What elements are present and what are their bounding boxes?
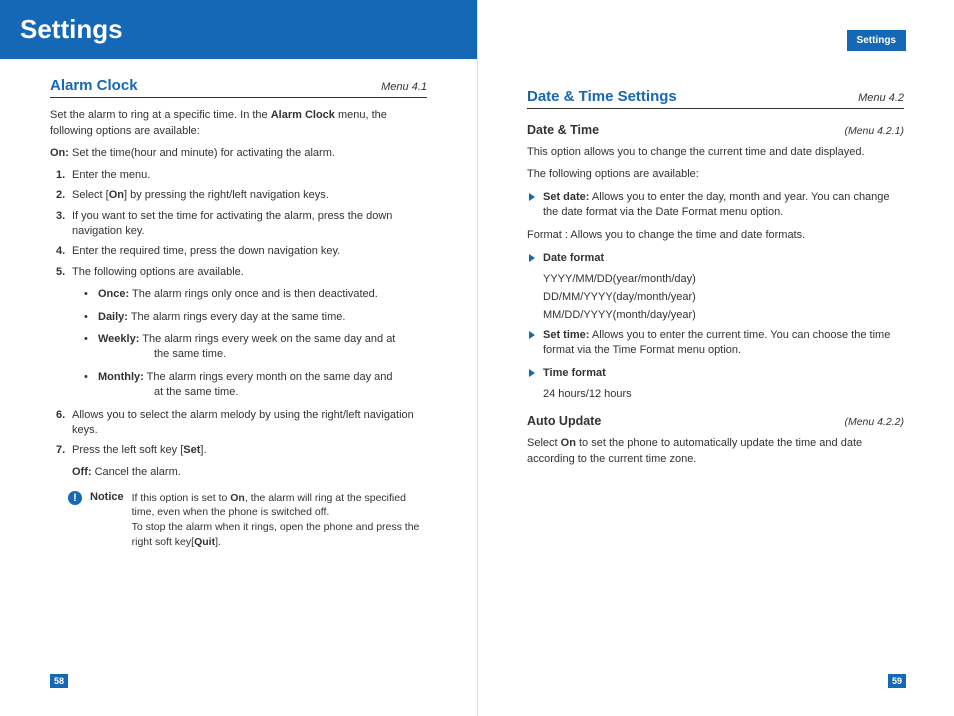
s7-bold: Set [183,444,200,456]
off-text: Cancel the alarm. [92,466,181,478]
au-post: to set the phone to automatically update… [527,437,862,465]
dt-intro: This option allows you to change the cur… [527,145,904,161]
section-alarm-menu: Menu 4.1 [381,81,427,93]
section-alarm-clock: Alarm Clock Menu 4.1 [50,77,427,98]
notice-label: Notice [90,491,124,503]
s7-pre: Press the left soft key [ [72,444,183,456]
alarm-off-line: Off: Cancel the alarm. [50,465,427,481]
weekly-t: The alarm rings every week on the same d… [139,333,395,345]
notice-block: ! Notice If this option is set to On, th… [50,491,427,550]
alarm-intro: Set the alarm to ring at a specific time… [50,108,427,140]
on-label: On: [50,147,69,159]
step-4: 4.Enter the required time, press the dow… [56,244,427,259]
option-weekly: Weekly: The alarm rings every week on th… [84,332,427,363]
s2-pre: Select [ [72,189,109,201]
settime-l: Set time: [543,329,589,341]
option-daily: Daily: The alarm rings every day at the … [84,310,427,325]
once-t: The alarm rings only once and is then de… [129,288,378,300]
dt-sub-menu: (Menu 4.2.1) [844,125,904,137]
au-bold: On [561,437,576,449]
option-set-time: Set time: Allows you to enter the curren… [527,328,904,359]
header-tab-settings: Settings [847,30,906,51]
setdate-t: Allows you to enter the day, month and y… [543,191,890,218]
step-2: 2.Select [On] by pressing the right/left… [56,188,427,203]
notice-icon: ! [68,491,82,505]
dt-following: The following options are available: [527,167,904,183]
step-5-text: The following options are available. [72,266,244,278]
step-3: 3.If you want to set the time for activa… [56,209,427,240]
dateformat-l: Date format [543,252,604,264]
step-1: 1.Enter the menu. [56,168,427,183]
s2-bold: On [109,189,124,201]
auto-update-text: Select On to set the phone to automatica… [527,436,904,468]
off-label: Off: [72,466,92,478]
weekly-c: the same time. [98,347,427,362]
page-right: Settings Date & Time Settings Menu 4.2 D… [477,0,954,716]
notice-text: If this option is set to On, the alarm w… [132,491,427,550]
step-3-text: If you want to set the time for activati… [72,210,392,237]
nb-post: ]. [215,536,221,548]
na-pre: If this option is set to [132,492,231,504]
settime-t: Allows you to enter the current time. Yo… [543,329,890,356]
au-pre: Select [527,437,561,449]
monthly-c: at the same time. [98,385,427,400]
step-6: 6.Allows you to select the alarm melody … [56,408,427,439]
date-format-3: MM/DD/YYYY(month/day/year) [527,309,904,321]
format-line: Format : Allows you to change the time a… [527,228,904,244]
option-monthly: Monthly: The alarm rings every month on … [84,370,427,401]
alarm-on-line: On: Set the time(hour and minute) for ac… [50,146,427,162]
step-5: 5.The following options are available. O… [56,265,427,401]
intro-bold: Alarm Clock [271,109,335,121]
monthly-t: The alarm rings every month on the same … [144,371,393,383]
nb-bold: Quit [194,536,215,548]
daily-t: The alarm rings every day at the same ti… [128,311,345,323]
option-set-date: Set date: Allows you to enter the day, m… [527,190,904,221]
sub-date-time: Date & Time (Menu 4.2.1) [527,123,904,137]
page-left: Settings Alarm Clock Menu 4.1 Set the al… [0,0,477,716]
timeformat-l: Time format [543,367,606,379]
au-menu: (Menu 4.2.2) [844,416,904,428]
step-7: 7.Press the left soft key [Set]. [56,443,427,458]
daily-l: Daily: [98,311,128,323]
au-title: Auto Update [527,414,601,428]
banner-title: Settings [0,0,477,59]
once-l: Once: [98,288,129,300]
on-text: Set the time(hour and minute) for activa… [69,147,335,159]
monthly-l: Monthly: [98,371,144,383]
dt-sub-title: Date & Time [527,123,599,137]
setdate-l: Set date: [543,191,589,203]
date-format-1: YYYY/MM/DD(year/month/day) [527,273,904,285]
alarm-steps: 1.Enter the menu. 2.Select [On] by press… [50,168,427,459]
weekly-l: Weekly: [98,333,139,345]
option-date-format: Date format [527,251,904,266]
section-alarm-title: Alarm Clock [50,77,138,94]
section-dt-title: Date & Time Settings [527,88,677,105]
section-dt-menu: Menu 4.2 [858,92,904,104]
date-format-2: DD/MM/YYYY(day/month/year) [527,291,904,303]
section-datetime: Date & Time Settings Menu 4.2 [527,88,904,109]
option-once: Once: The alarm rings only once and is t… [84,287,427,302]
intro-pre: Set the alarm to ring at a specific time… [50,109,271,121]
time-format-1: 24 hours/12 hours [527,388,904,400]
sub-auto-update: Auto Update (Menu 4.2.2) [527,414,904,428]
na-bold: On [230,492,245,504]
step-6-text: Allows you to select the alarm melody by… [72,409,414,436]
s2-post: ] by pressing the right/left navigation … [124,189,329,201]
alarm-options: Once: The alarm rings only once and is t… [72,287,427,400]
nb-pre: To stop the alarm when it rings, open th… [132,521,420,548]
step-1-text: Enter the menu. [72,169,150,181]
option-time-format: Time format [527,366,904,381]
step-4-text: Enter the required time, press the down … [72,245,340,257]
page-number-left: 58 [50,674,68,688]
s7-post: ]. [200,444,206,456]
page-number-right: 59 [888,674,906,688]
